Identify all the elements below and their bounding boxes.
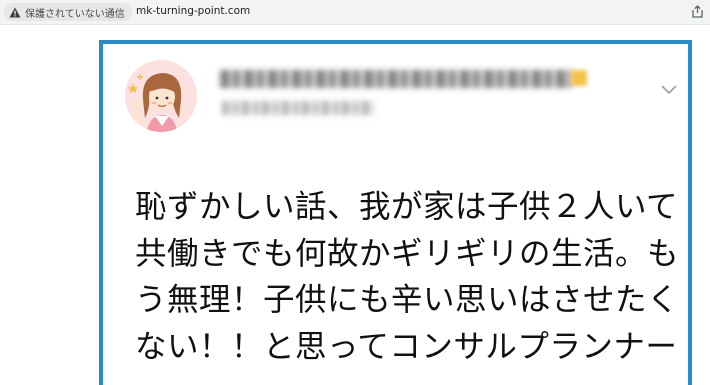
- share-icon[interactable]: [690, 4, 705, 19]
- url-field[interactable]: mk-turning-point.com: [136, 5, 250, 17]
- tweet-card: 恥ずかしい話、我が家は子供２人いて 共働きでも何故かギリギリの生活。も う無理！…: [99, 40, 692, 385]
- author-avatar[interactable]: [125, 60, 197, 132]
- warning-triangle-icon: [9, 7, 21, 17]
- author-badge-icon: [571, 70, 587, 86]
- tweet-text-line: ない！！と思ってコンサルプランナー: [135, 328, 678, 365]
- tweet-text-line: 恥ずかしい話、我が家は子供２人いて: [135, 189, 679, 225]
- author-handle-blurred[interactable]: [222, 101, 374, 115]
- security-label: 保護されていない通信: [25, 8, 125, 20]
- author-name-blurred[interactable]: [220, 70, 572, 88]
- tweet-text: 恥ずかしい話、我が家は子供２人いて 共働きでも何故かギリギリの生活。も う無理！…: [135, 184, 683, 370]
- security-indicator[interactable]: 保護されていない通信: [4, 3, 132, 21]
- tweet-text-line: 共働きでも何故かギリギリの生活。も: [135, 235, 680, 272]
- tweet-text-line: う無理！子供にも辛い思いはさせたく: [135, 282, 680, 318]
- woman-cheering-avatar: [125, 60, 197, 132]
- chevron-down-icon[interactable]: [660, 84, 678, 96]
- browser-address-bar: 保護されていない通信 mk-turning-point.com: [0, 0, 710, 25]
